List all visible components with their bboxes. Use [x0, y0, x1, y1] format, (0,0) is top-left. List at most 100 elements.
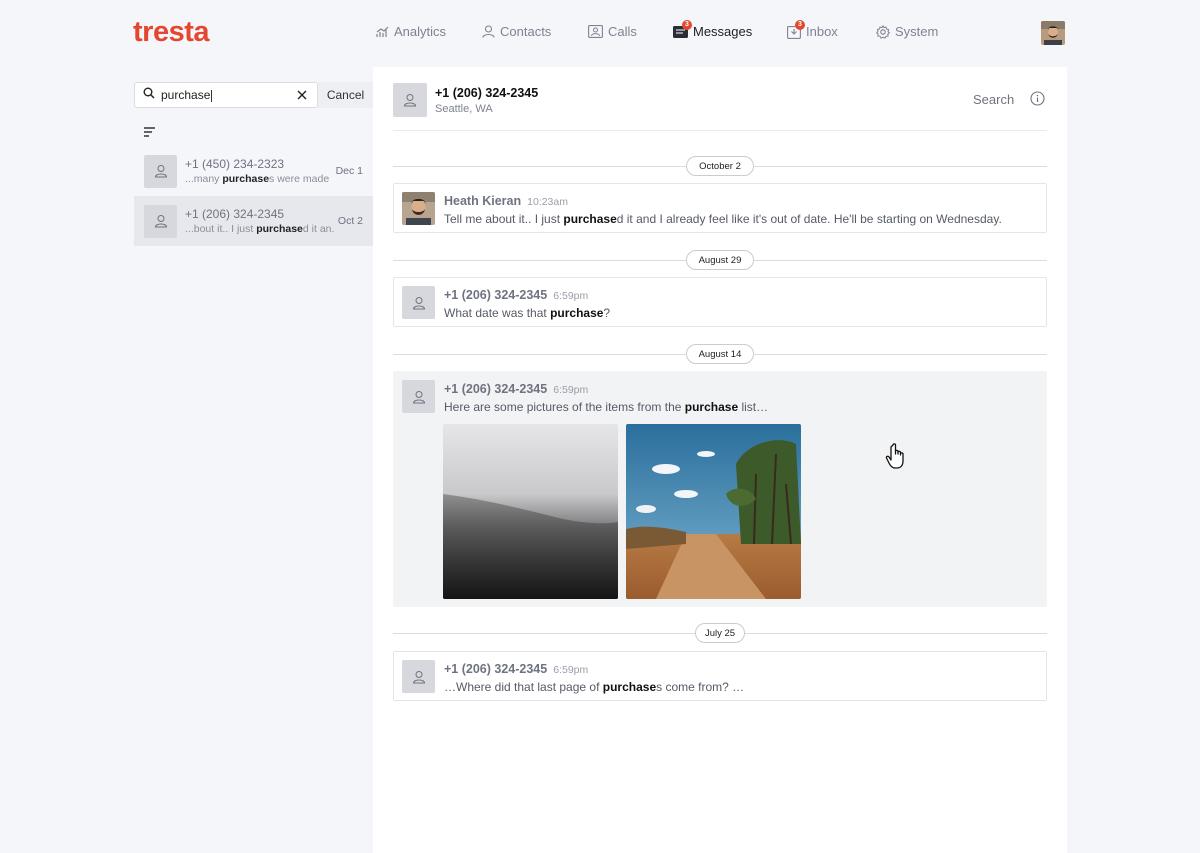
nav-analytics[interactable]: Analytics: [376, 24, 446, 39]
date-separator: October 2: [393, 156, 1047, 176]
conversation-name: +1 (450) 234-2323: [185, 157, 285, 171]
search-input[interactable]: purchase: [161, 88, 295, 102]
dirt-road-photo[interactable]: [626, 424, 801, 599]
person-icon: [412, 670, 425, 683]
contact-avatar: [393, 83, 427, 117]
text-pre: What date was that: [444, 306, 551, 320]
text-post: d it and I already feel like it's out of…: [616, 212, 1002, 226]
conversation-date: Oct 2: [337, 215, 363, 227]
text-match: purchase: [602, 680, 657, 694]
search-conversation-button[interactable]: Search: [973, 92, 1014, 107]
sender-name: Heath Kieran: [444, 194, 522, 208]
nav-system-label: System: [895, 24, 939, 39]
text-post: ?: [603, 306, 611, 320]
text-post: list…: [738, 400, 769, 414]
conversation-item[interactable]: +1 (450) 234-2323 ...many purchases were…: [134, 146, 373, 196]
nav-inbox[interactable]: 3 Inbox: [787, 19, 838, 39]
nav-contacts[interactable]: Contacts: [482, 24, 551, 39]
message-text: Tell me about it.. I just purchased it a…: [444, 212, 1002, 226]
conversation-panel: +1 (206) 324-2345 Seattle, WA Search Oct…: [373, 67, 1067, 853]
pointer-cursor-icon: [884, 442, 908, 475]
search-input-value: purchase: [161, 88, 211, 102]
sender-name: +1 (206) 324-2345: [444, 662, 548, 676]
message[interactable]: Heath Kieran 10:23am Tell me about it.. I…: [393, 183, 1047, 233]
date-pill: August 29: [686, 250, 754, 270]
messages-badge: 3: [682, 20, 692, 30]
conversation-snippet: ...bout it.. I just purchased it an...: [185, 223, 334, 235]
foggy-hill-photo[interactable]: [443, 424, 618, 599]
conversation-title: +1 (206) 324-2345: [435, 86, 539, 100]
date-separator: July 25: [393, 623, 1047, 643]
sender-avatar: [402, 660, 435, 693]
calls-icon: [588, 25, 603, 38]
search-field[interactable]: purchase: [134, 82, 318, 108]
nav-inbox-label: Inbox: [806, 24, 838, 39]
message-sender: +1 (206) 324-2345 6:59pm: [444, 382, 588, 396]
nav-contacts-label: Contacts: [500, 24, 552, 39]
message-time: 6:59pm: [553, 664, 589, 676]
person-icon: [412, 296, 425, 309]
text-pre: …Where did that last page of: [444, 680, 603, 694]
message-time: 6:59pm: [553, 290, 589, 302]
nav-analytics-label: Analytics: [394, 24, 447, 39]
conversation-name: +1 (206) 324-2345: [185, 207, 285, 221]
nav-calls[interactable]: Calls: [588, 24, 637, 39]
contact-location: Seattle, WA: [435, 103, 493, 115]
search-icon: [143, 86, 155, 104]
contacts-icon: [482, 25, 495, 38]
clear-search-button[interactable]: [295, 88, 309, 102]
info-icon[interactable]: [1030, 91, 1045, 106]
text-match: purchase: [550, 306, 604, 320]
date-pill: August 14: [686, 344, 754, 364]
sender-avatar: [402, 192, 435, 225]
message[interactable]: +1 (206) 324-2345 6:59pm …Where did that …: [393, 651, 1047, 701]
sender-name: +1 (206) 324-2345: [444, 288, 548, 302]
text-pre: Tell me about it.. I just: [444, 212, 564, 226]
message-text: Here are some pictures of the items from…: [444, 400, 768, 414]
person-icon: [403, 94, 417, 107]
sender-avatar: [402, 286, 435, 319]
messages-icon: 3: [673, 20, 692, 38]
message-sender: Heath Kieran 10:23am: [444, 194, 568, 208]
inbox-badge: 3: [795, 19, 805, 30]
date-pill: October 2: [686, 156, 754, 176]
text-pre: Here are some pictures of the items from…: [444, 400, 685, 414]
snippet-pre: ...bout it.. I just: [185, 223, 257, 235]
date-separator: August 14: [393, 344, 1047, 364]
message-time: 6:59pm: [553, 384, 589, 396]
user-avatar[interactable]: [1041, 21, 1065, 45]
text-match: purchase: [563, 212, 617, 226]
message-sender: +1 (206) 324-2345 6:59pm: [444, 288, 588, 302]
text-match: purchase: [684, 400, 739, 414]
nav-system[interactable]: System: [876, 24, 938, 39]
message[interactable]: +1 (206) 324-2345 6:59pm Here are some pi…: [393, 371, 1047, 607]
message-time: 10:23am: [527, 196, 568, 208]
cancel-search-button[interactable]: Cancel: [318, 82, 373, 108]
snippet-match: purchase: [256, 223, 303, 235]
date-pill: July 25: [695, 623, 745, 643]
person-icon: [154, 215, 167, 228]
sender-name: +1 (206) 324-2345: [444, 382, 548, 396]
snippet-post: d it an...: [302, 223, 334, 235]
close-icon: [297, 90, 307, 100]
date-separator: August 29: [393, 250, 1047, 270]
conversation-snippet: ...many purchases were made i...: [185, 173, 332, 185]
message-sender: +1 (206) 324-2345 6:59pm: [444, 662, 588, 676]
text-post: s come from? …: [656, 680, 745, 694]
snippet-pre: ...many: [185, 173, 223, 185]
person-icon: [412, 390, 425, 403]
contact-avatar: [144, 154, 177, 188]
nav-messages-label: Messages: [693, 24, 753, 39]
message[interactable]: +1 (206) 324-2345 6:59pm What date was th…: [393, 277, 1047, 327]
nav-messages[interactable]: 3 Messages: [673, 20, 753, 39]
inbox-icon: 3: [787, 19, 805, 39]
conversation-item[interactable]: +1 (206) 324-2345 ...bout it.. I just pu…: [134, 196, 373, 246]
sort-icon[interactable]: [144, 124, 156, 142]
person-icon: [154, 165, 167, 178]
message-text: What date was that purchase?: [444, 306, 610, 320]
snippet-post: s were made i...: [269, 173, 332, 185]
snippet-match: purchase: [222, 173, 270, 185]
gear-icon: [876, 24, 890, 39]
nav-calls-label: Calls: [608, 24, 637, 39]
sender-avatar: [402, 380, 435, 413]
